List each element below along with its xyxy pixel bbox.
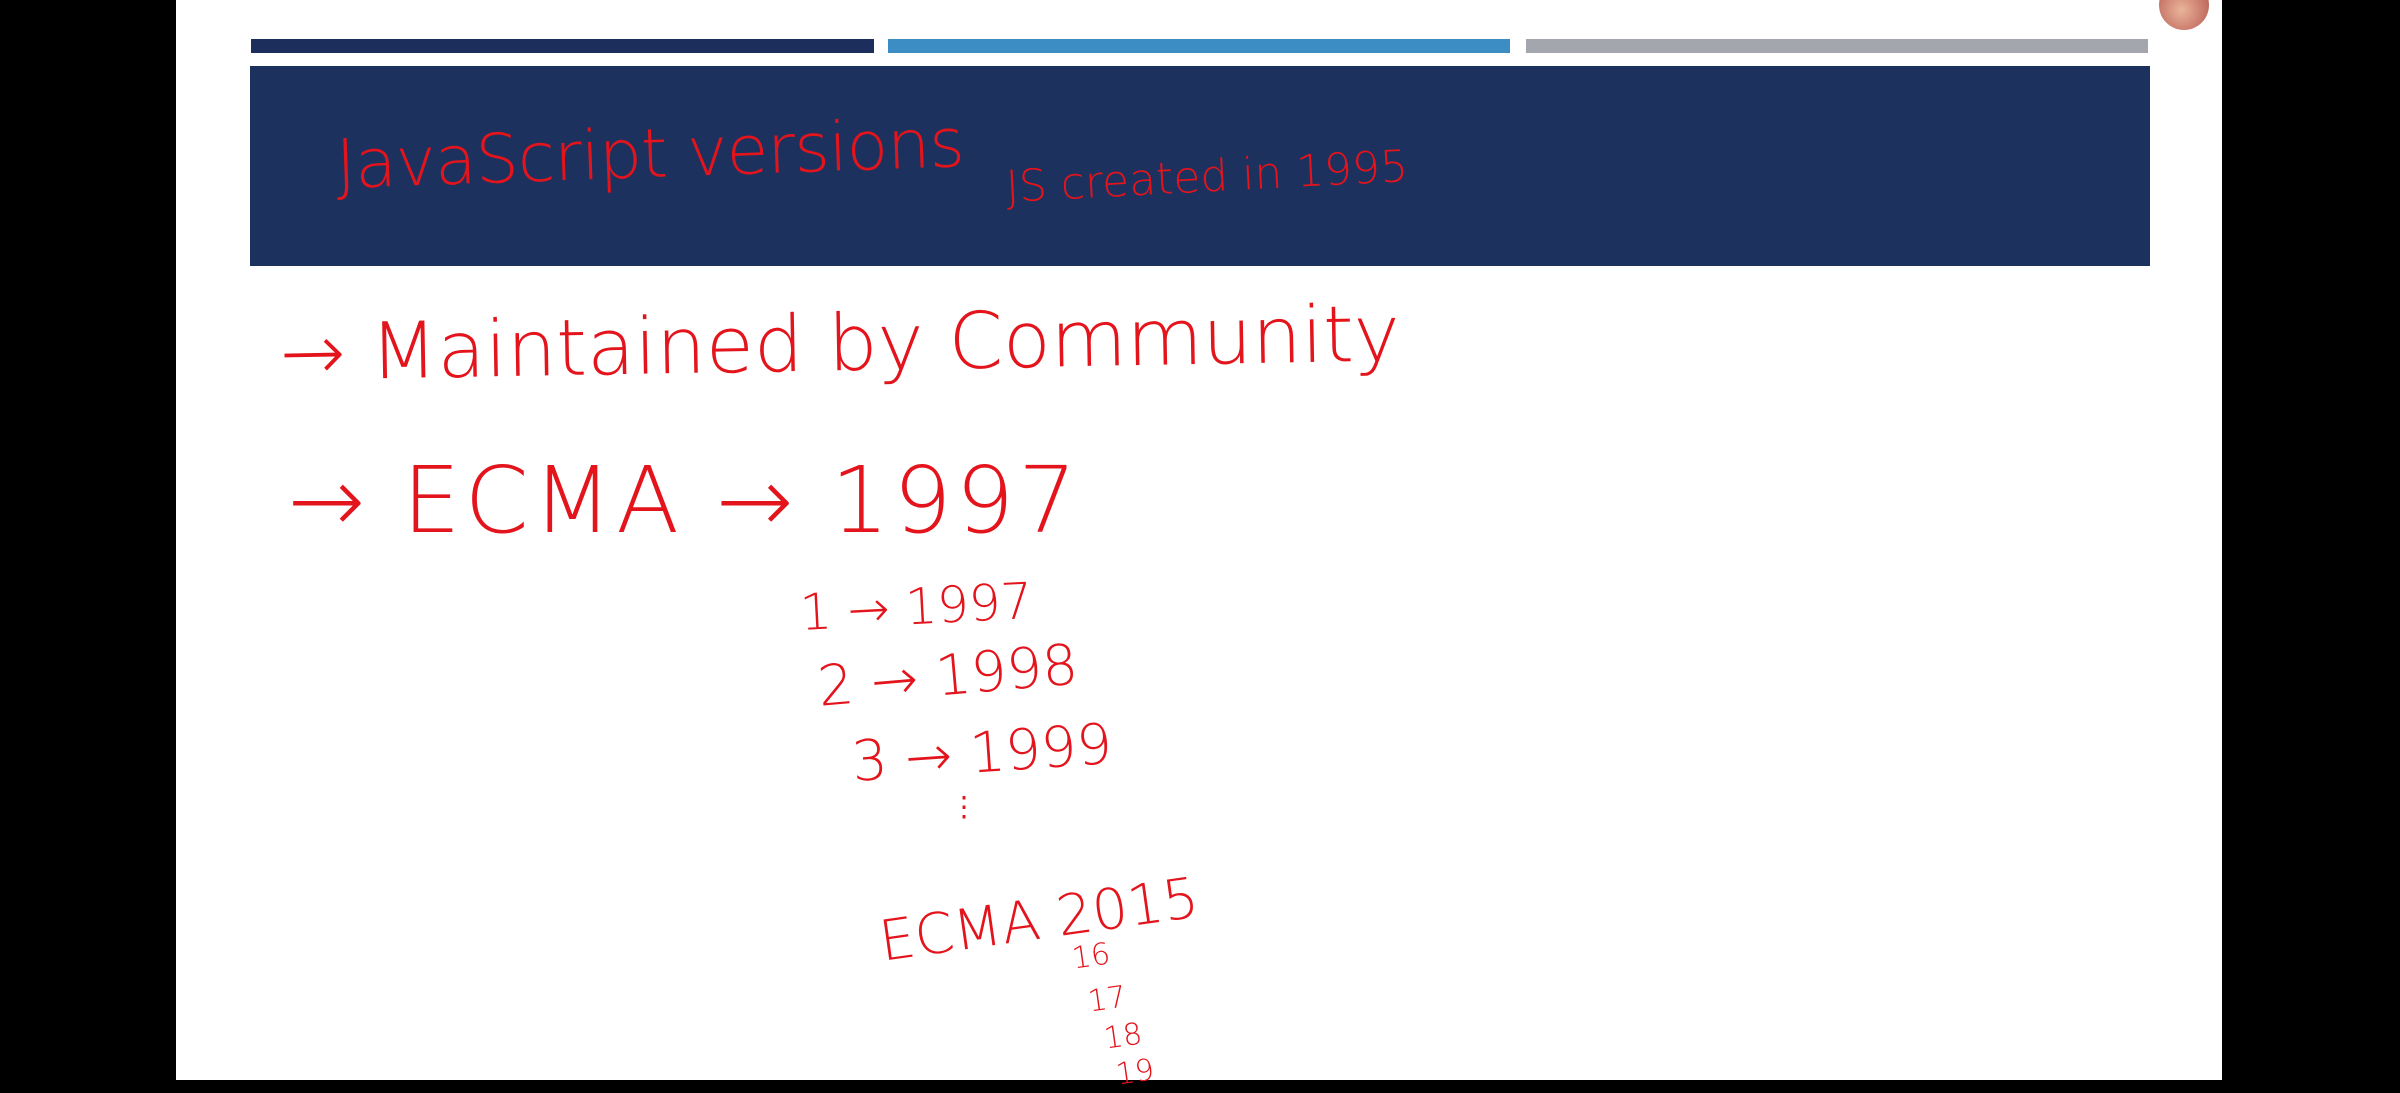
year-item: 18 xyxy=(1101,1016,1145,1057)
version-item: 1 → 1997 xyxy=(798,571,1034,642)
accent-bar-blue xyxy=(888,39,1510,53)
accent-bar-gray xyxy=(1526,39,2148,53)
year-item: 17 xyxy=(1085,979,1129,1020)
note-ecma-year: → ECMA → 1997 xyxy=(288,447,1081,554)
year-item: 19 xyxy=(1113,1052,1157,1093)
year-item: 16 xyxy=(1069,936,1113,977)
note-maintained-by: → Maintained by Community xyxy=(279,289,1401,399)
ellipsis-dots: ⋮ xyxy=(950,790,978,823)
accent-bar-dark xyxy=(251,39,874,53)
